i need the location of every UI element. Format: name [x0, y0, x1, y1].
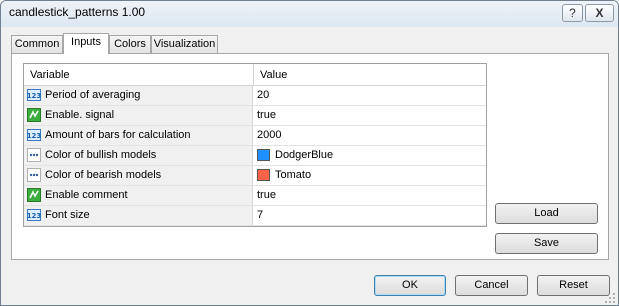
cancel-button[interactable]: Cancel [455, 275, 528, 296]
value-cell[interactable]: true [254, 186, 486, 205]
boolean-toggle-icon [27, 108, 41, 122]
tab-common[interactable]: Common [11, 35, 63, 53]
color-dots-icon [27, 168, 41, 182]
variable-value: 2000 [257, 129, 282, 141]
table-row[interactable]: 123 Amount of bars for calculation 2000 [24, 126, 486, 146]
color-swatch [257, 149, 270, 161]
tab-colors[interactable]: Colors [109, 35, 151, 53]
tab-visualization[interactable]: Visualization [151, 35, 218, 53]
variable-name: Period of averaging [45, 89, 141, 101]
svg-text:123: 123 [27, 132, 41, 140]
load-button[interactable]: Load [495, 203, 598, 224]
variable-value: Tomato [275, 169, 312, 181]
color-dots-icon [27, 148, 41, 162]
table-row[interactable]: Color of bullish models DodgerBlue [24, 146, 486, 166]
help-button[interactable]: ? [562, 4, 583, 22]
value-cell[interactable]: true [254, 106, 486, 125]
table-row[interactable]: 123 Period of averaging 20 [24, 86, 486, 106]
value-cell[interactable]: 2000 [254, 126, 486, 145]
value-cell[interactable]: 20 [254, 86, 486, 105]
value-cell[interactable]: DodgerBlue [254, 146, 486, 165]
resize-grip-icon[interactable] [604, 292, 616, 304]
variable-cell: 123 Font size [24, 206, 253, 225]
variable-name: Amount of bars for calculation [45, 129, 191, 141]
inputs-grid: Variable Value 123 Period of averaging 2… [23, 63, 487, 227]
table-row[interactable]: Color of bearish models Tomato [24, 166, 486, 186]
variable-name: Enable comment [45, 189, 128, 201]
svg-text:123: 123 [27, 212, 41, 220]
grid-header: Variable Value [24, 64, 486, 86]
variable-value: true [257, 189, 276, 201]
window-title: candlestick_patterns 1.00 [9, 5, 146, 19]
variable-value: true [257, 109, 276, 121]
svg-text:123: 123 [27, 92, 41, 100]
variable-cell: 123 Amount of bars for calculation [24, 126, 253, 145]
table-row[interactable]: Enable comment true [24, 186, 486, 206]
variable-cell: Enable comment [24, 186, 253, 205]
ok-button[interactable]: OK [374, 275, 446, 296]
close-icon: X [595, 6, 604, 20]
table-row[interactable]: 123 Font size 7 [24, 206, 486, 226]
value-cell[interactable]: Tomato [254, 166, 486, 185]
column-header-value[interactable]: Value [254, 64, 287, 86]
variable-value: 20 [257, 89, 270, 101]
variable-name: Font size [45, 209, 90, 221]
reset-button[interactable]: Reset [537, 275, 610, 296]
table-row[interactable]: Enable. signal true [24, 106, 486, 126]
variable-name: Color of bearish models [45, 169, 162, 181]
color-swatch [257, 169, 270, 181]
save-button[interactable]: Save [495, 233, 598, 254]
variable-value: 7 [257, 209, 264, 221]
title-bar[interactable]: candlestick_patterns 1.00 ? X [1, 1, 618, 27]
variable-cell: 123 Period of averaging [24, 86, 253, 105]
numeric-123-icon: 123 [27, 209, 41, 221]
numeric-123-icon: 123 [27, 129, 41, 141]
boolean-toggle-icon [27, 188, 41, 202]
numeric-123-icon: 123 [27, 89, 41, 101]
variable-value: DodgerBlue [275, 149, 334, 161]
variable-cell: Color of bullish models [24, 146, 253, 165]
value-cell[interactable]: 7 [254, 206, 486, 225]
column-header-variable[interactable]: Variable [24, 64, 70, 86]
variable-cell: Enable. signal [24, 106, 253, 125]
variable-name: Enable. signal [45, 109, 115, 121]
close-button[interactable]: X [585, 4, 614, 22]
variable-name: Color of bullish models [45, 149, 157, 161]
variable-cell: Color of bearish models [24, 166, 253, 185]
dialog-window: candlestick_patterns 1.00 ? X Common Inp… [0, 0, 619, 306]
tab-inputs[interactable]: Inputs [63, 33, 109, 54]
